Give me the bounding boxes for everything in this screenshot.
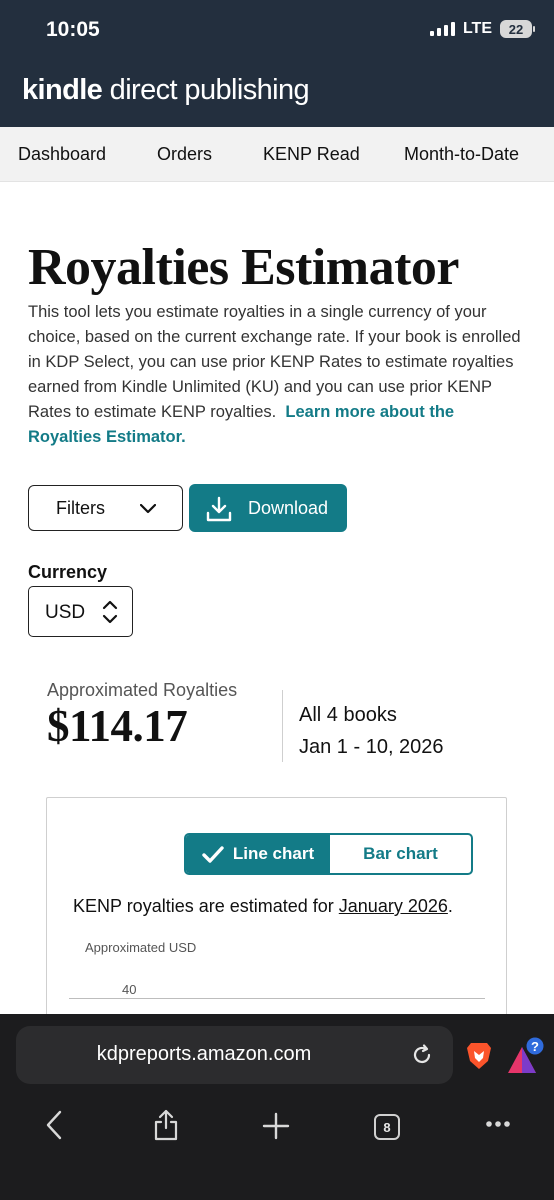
download-label: Download xyxy=(248,497,329,518)
y-axis-title: Approximated USD xyxy=(85,940,197,955)
nav-dashboard[interactable]: Dashboard xyxy=(18,144,106,165)
battery-icon: 22 xyxy=(500,20,535,38)
page-title: Royalties Estimator xyxy=(28,239,459,296)
books-scope: All 4 books xyxy=(299,704,397,726)
brave-lion-icon[interactable] xyxy=(466,1042,492,1070)
logo-rest-text: direct publishing xyxy=(102,74,310,106)
new-tab-icon[interactable] xyxy=(262,1112,290,1140)
nav-month-to-date[interactable]: Month-to-Date xyxy=(404,144,519,165)
bar-chart-label: Bar chart xyxy=(363,844,438,863)
checkmark-icon xyxy=(202,845,224,863)
nav-kenp-read[interactable]: KENP Read xyxy=(263,144,360,165)
more-icon[interactable] xyxy=(485,1119,511,1129)
back-icon[interactable] xyxy=(44,1110,64,1140)
bar-chart-option[interactable]: Bar chart xyxy=(330,835,471,873)
nav-orders[interactable]: Orders xyxy=(157,144,212,165)
y-gridline xyxy=(69,998,485,999)
kenp-month-link[interactable]: January 2026 xyxy=(339,896,448,916)
brave-rewards-icon[interactable]: ? xyxy=(506,1036,548,1076)
line-chart-option[interactable]: Line chart xyxy=(186,835,330,873)
y-tick-label: 40 xyxy=(122,982,137,997)
kdp-logo[interactable]: kindle direct publishing xyxy=(22,74,310,107)
date-range: Jan 1 - 10, 2026 xyxy=(299,736,444,758)
rewards-badge: ? xyxy=(531,1039,539,1054)
address-bar[interactable]: kdpreports.amazon.com xyxy=(16,1026,453,1084)
kenp-note-suffix: . xyxy=(447,896,453,916)
chart-type-toggle: Line chart Bar chart xyxy=(184,833,473,875)
kenp-note-prefix: KENP royalties are estimated for xyxy=(73,896,339,916)
browser-chrome: kdpreports.amazon.com ? xyxy=(0,1014,554,1200)
signal-icon xyxy=(429,22,455,36)
tab-count: 8 xyxy=(383,1119,391,1135)
approx-royalties-value: $114.17 xyxy=(47,701,188,751)
reload-icon[interactable] xyxy=(410,1043,434,1067)
kenp-note: KENP royalties are estimated for January… xyxy=(73,896,453,917)
status-time: 10:05 xyxy=(46,18,100,41)
url-text: kdpreports.amazon.com xyxy=(96,1043,312,1065)
currency-value: USD xyxy=(45,602,86,623)
chevron-down-icon xyxy=(140,504,156,514)
network-type: LTE xyxy=(462,20,492,37)
currency-select[interactable]: USD xyxy=(28,586,133,637)
download-icon xyxy=(206,496,232,522)
filters-dropdown[interactable]: Filters xyxy=(28,485,183,531)
stepper-icon xyxy=(102,600,118,624)
tabs-icon[interactable]: 8 xyxy=(374,1114,400,1140)
line-chart-label: Line chart xyxy=(232,844,315,863)
download-button[interactable]: Download xyxy=(189,484,347,532)
logo-kindle-text: kindle xyxy=(22,74,103,106)
chart-card: Line chart Bar chart KENP royalties are … xyxy=(46,797,507,1037)
battery-level: 22 xyxy=(508,21,524,37)
status-indicators: LTE 22 xyxy=(429,20,535,38)
summary-divider xyxy=(282,690,283,762)
approx-royalties-label: Approximated Royalties xyxy=(47,680,238,700)
currency-label: Currency xyxy=(28,562,108,582)
top-nav: Dashboard Orders KENP Read Month-to-Date xyxy=(0,127,554,182)
share-icon[interactable] xyxy=(152,1108,180,1142)
filters-label: Filters xyxy=(56,497,105,518)
page-description: This tool lets you estimate royalties in… xyxy=(28,300,528,450)
app-header: 10:05 LTE 22 kindle direct publishing xyxy=(0,0,554,127)
